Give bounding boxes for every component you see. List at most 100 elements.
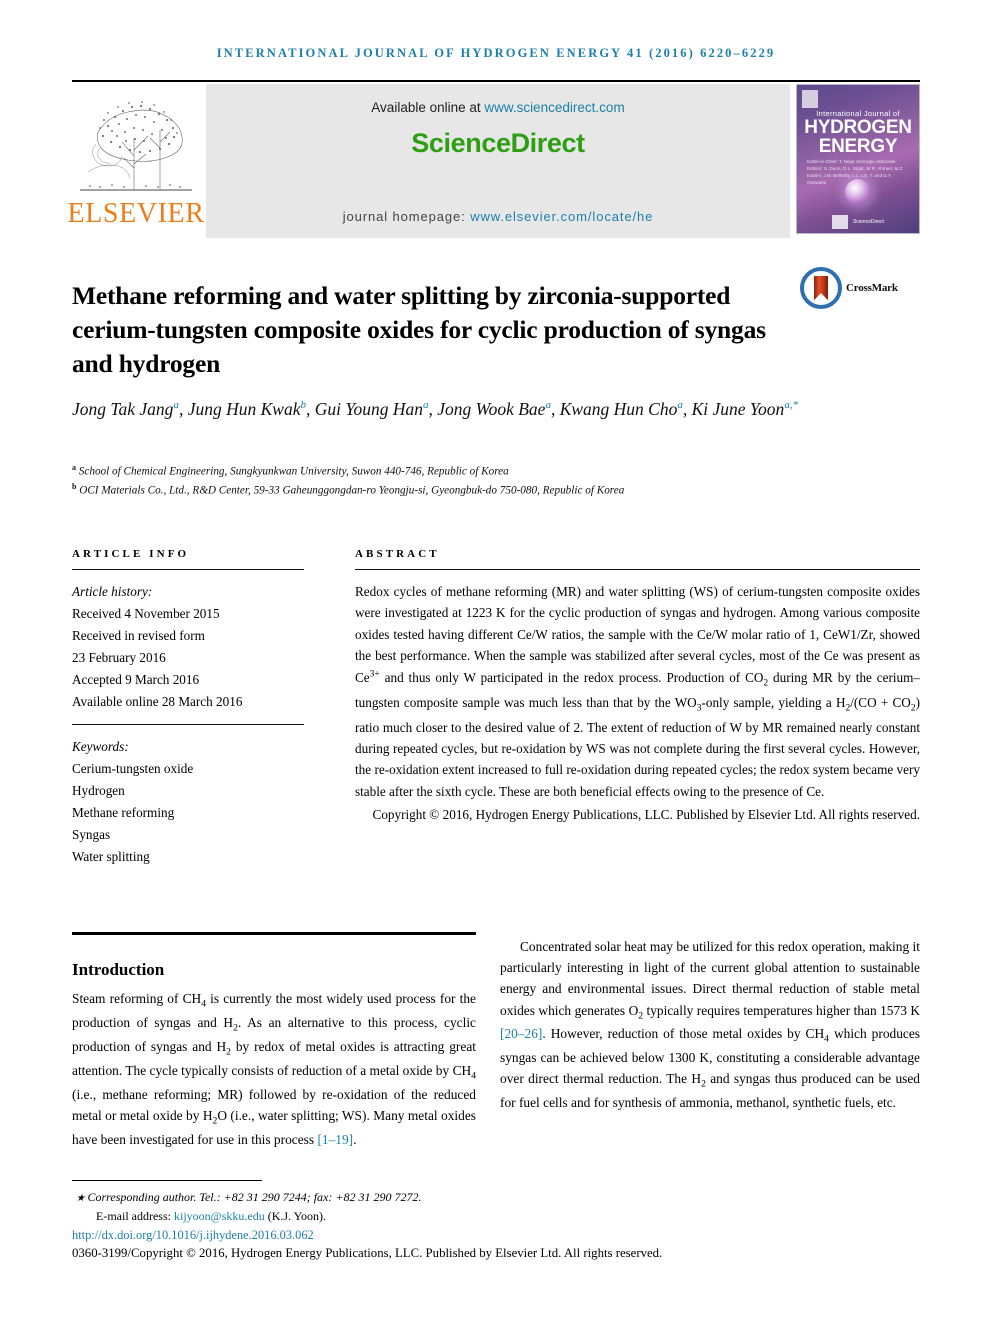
affiliation-list: a School of Chemical Engineering, Sungky… bbox=[72, 462, 872, 500]
email-link[interactable]: kijyoon@skku.edu bbox=[174, 1209, 265, 1223]
email-label: E-mail address: bbox=[96, 1208, 174, 1223]
author-separator: , bbox=[305, 399, 311, 419]
abstract-copyright: Copyright © 2016, Hydrogen Energy Public… bbox=[372, 807, 920, 823]
article-info-section: ARTICLE INFO Article history: Received 4… bbox=[72, 548, 304, 868]
author-affiliation-marker: a,* bbox=[784, 399, 799, 412]
affiliation-marker: a bbox=[72, 463, 76, 472]
history-item: 23 February 2016 bbox=[72, 649, 166, 665]
doi-link-wrapper[interactable]: http://dx.doi.org/10.1016/j.ijhydene.201… bbox=[72, 1228, 314, 1243]
article-info-heading: ARTICLE INFO bbox=[72, 548, 190, 560]
history-item: Accepted 9 March 2016 bbox=[72, 671, 200, 687]
doi-link[interactable]: http://dx.doi.org/10.1016/j.ijhydene.201… bbox=[72, 1228, 314, 1242]
abstract-section: ABSTRACT Redox cycles of methane reformi… bbox=[355, 548, 920, 825]
keyword-item: Cerium-tungsten oxide bbox=[72, 761, 194, 777]
intro-part: . bbox=[353, 1131, 357, 1147]
cover-footer: ScienceDirect bbox=[797, 215, 919, 229]
affiliation-text: School of Chemical Engineering, Sungkyun… bbox=[78, 465, 509, 478]
introduction-left-column: Steam reforming of CH4 is currently the … bbox=[72, 988, 476, 1150]
abstract-part: /(CO + CO bbox=[850, 694, 911, 710]
sciencedirect-wordmark: ScienceDirect bbox=[206, 128, 790, 159]
author-item: Jong Tak Janga, bbox=[72, 399, 183, 419]
cover-elsevier-mark-icon bbox=[802, 90, 818, 108]
author-separator: , bbox=[428, 399, 433, 419]
paper-page: INTERNATIONAL JOURNAL OF HYDROGEN ENERGY… bbox=[0, 0, 992, 1323]
asterisk-icon: ★ bbox=[76, 1193, 88, 1204]
cover-sciencedirect-label: ScienceDirect bbox=[853, 219, 884, 225]
email-line: E-mail address: kijyoon@skku.edu (K.J. Y… bbox=[72, 1207, 632, 1226]
abstract-text: Redox cycles of methane reforming (MR) a… bbox=[355, 581, 920, 802]
intro-part: Steam reforming of CH bbox=[72, 991, 202, 1006]
email-owner: (K.J. Yoon). bbox=[264, 1208, 327, 1223]
ch4-subscript: 4 bbox=[471, 1070, 476, 1082]
keywords-rule bbox=[72, 724, 304, 726]
abstract-heading: ABSTRACT bbox=[355, 548, 440, 560]
author-name: Jong Tak Jang bbox=[72, 399, 174, 419]
cover-orb-graphic bbox=[845, 179, 871, 205]
history-item: Received 4 November 2015 bbox=[72, 605, 220, 621]
journal-homepage-link[interactable]: www.elsevier.com/locate/he bbox=[470, 209, 653, 224]
cover-title-line2: ENERGY bbox=[818, 136, 898, 157]
author-name: Gui Young Han bbox=[314, 399, 423, 419]
citation-link-20-26[interactable]: [20–26] bbox=[500, 1026, 542, 1041]
journal-masthead: ELSEVIER Available online at www.science… bbox=[68, 84, 920, 238]
keywords-block: Keywords: Cerium-tungsten oxide Hydrogen… bbox=[72, 736, 304, 867]
corresponding-author-note: ★ Corresponding author. Tel.: +82 31 290… bbox=[72, 1188, 632, 1207]
elsevier-tree-icon bbox=[80, 101, 192, 191]
author-item: Jung Hun Kwakb, bbox=[188, 399, 311, 419]
author-item: Kwang Hun Choa, bbox=[560, 399, 688, 419]
footnote-rule bbox=[72, 1180, 262, 1181]
author-list: Jong Tak Janga, Jung Hun Kwakb, Gui Youn… bbox=[72, 396, 852, 422]
sciencedirect-banner: Available online at www.sciencedirect.co… bbox=[206, 84, 790, 238]
available-online-line: Available online at www.sciencedirect.co… bbox=[206, 100, 790, 115]
crossmark-badge[interactable]: CrossMark bbox=[800, 262, 920, 314]
article-history-block: Article history: Received 4 November 201… bbox=[72, 581, 304, 712]
introduction-top-rule bbox=[72, 932, 476, 935]
author-separator: , bbox=[682, 399, 688, 419]
journal-cover-thumbnail[interactable]: International Journal of HYDROGEN ENERGY… bbox=[796, 84, 920, 234]
abstract-part: ) ratio much closer to the desired value… bbox=[355, 694, 920, 799]
intro-part: typically requires temperatures higher t… bbox=[643, 1002, 921, 1018]
article-history-label: Article history: bbox=[72, 584, 153, 599]
keyword-item: Methane reforming bbox=[72, 805, 175, 821]
available-online-text: Available online at bbox=[371, 100, 485, 115]
intro-part: . However, reduction of those metal oxid… bbox=[542, 1026, 825, 1042]
citation-link-1-19[interactable]: [1–19] bbox=[317, 1132, 353, 1147]
masthead-top-rule bbox=[72, 80, 920, 82]
introduction-right-column: Concentrated solar heat may be utilized … bbox=[500, 936, 920, 1114]
keyword-item: Water splitting bbox=[72, 848, 150, 864]
author-item: Gui Young Hana, bbox=[315, 399, 433, 419]
affiliation-text: OCI Materials Co., Ltd., R&D Center, 59-… bbox=[79, 484, 625, 497]
page-title: Methane reforming and water splitting by… bbox=[72, 281, 766, 379]
sciencedirect-wordmark-text: ScienceDirect bbox=[411, 128, 585, 158]
author-separator: , bbox=[178, 399, 184, 419]
corresponding-author-text: Corresponding author. Tel.: +82 31 290 7… bbox=[87, 1190, 422, 1204]
keywords-label: Keywords: bbox=[72, 739, 129, 755]
cover-title-line1: HYDROGEN bbox=[804, 117, 912, 138]
abstract-part: and thus only W participated in the redo… bbox=[379, 669, 764, 685]
cover-barcode-icon bbox=[832, 215, 849, 229]
journal-homepage-line: journal homepage: www.elsevier.com/locat… bbox=[206, 209, 790, 224]
history-item: Available online 28 March 2016 bbox=[72, 693, 243, 709]
article-info-rule bbox=[72, 569, 304, 570]
elsevier-logo: ELSEVIER bbox=[68, 84, 204, 238]
author-item: Ki June Yoona,* bbox=[692, 399, 798, 419]
author-name: Jung Hun Kwak bbox=[187, 399, 301, 419]
affiliation-item: b OCI Materials Co., Ltd., R&D Center, 5… bbox=[72, 481, 872, 500]
crossmark-icon bbox=[800, 267, 842, 309]
introduction-heading: Introduction bbox=[72, 960, 165, 980]
abstract-part: -only sample, yielding a H bbox=[701, 694, 846, 710]
elsevier-wordmark: ELSEVIER bbox=[67, 198, 205, 229]
journal-homepage-label: journal homepage: bbox=[342, 209, 471, 224]
keyword-item: Syngas bbox=[72, 827, 111, 843]
crossmark-label: CrossMark bbox=[846, 282, 898, 294]
journal-running-head: INTERNATIONAL JOURNAL OF HYDROGEN ENERGY… bbox=[216, 46, 776, 60]
history-item: Received in revised form bbox=[72, 627, 205, 643]
author-name: Ki June Yoon bbox=[691, 399, 785, 419]
author-name: Jong Wook Bae bbox=[437, 399, 546, 419]
ce-oxidation-state: 3+ bbox=[369, 669, 380, 680]
author-name: Kwang Hun Cho bbox=[559, 399, 678, 419]
keyword-item: Hydrogen bbox=[72, 783, 125, 799]
footnote-block: ★ Corresponding author. Tel.: +82 31 290… bbox=[72, 1188, 632, 1225]
sciencedirect-link[interactable]: www.sciencedirect.com bbox=[484, 100, 624, 115]
affiliation-item: a School of Chemical Engineering, Sungky… bbox=[72, 462, 872, 481]
